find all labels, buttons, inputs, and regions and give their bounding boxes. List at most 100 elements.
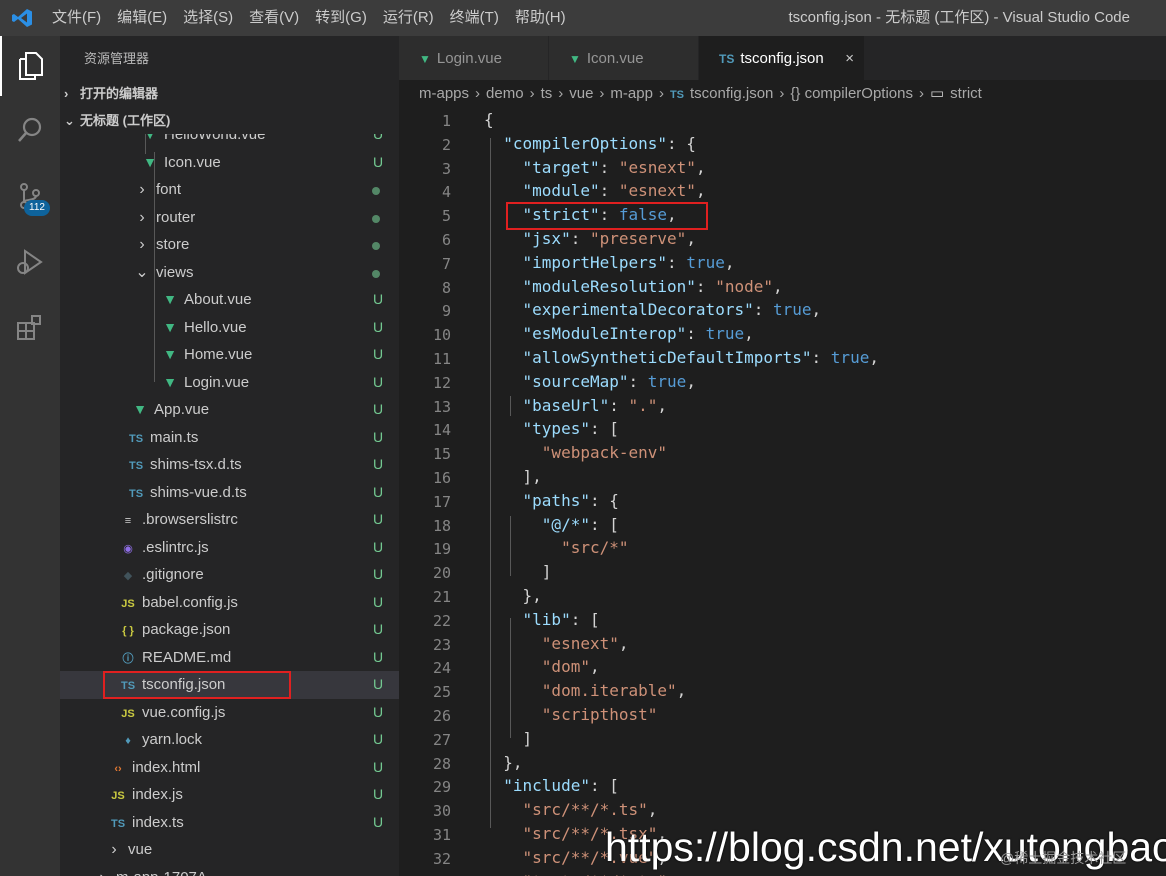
- file-item[interactable]: TS shims-vue.d.ts U: [60, 479, 399, 507]
- file-item[interactable]: › store: [60, 231, 399, 259]
- code-line[interactable]: "paths": {: [484, 491, 619, 510]
- breadcrumb-separator-icon: ›: [475, 85, 481, 102]
- code-line[interactable]: ]: [484, 562, 552, 581]
- code-line[interactable]: "types": [: [484, 419, 619, 438]
- tab-login-vue[interactable]: ▼ Login.vue: [399, 36, 549, 80]
- file-item[interactable]: ▼ Icon.vue U: [60, 149, 399, 177]
- menu-item[interactable]: 运行(R): [375, 0, 442, 36]
- workspace-section[interactable]: ⌄ 无标题 (工作区): [60, 107, 399, 134]
- file-item[interactable]: ◉ .eslintrc.js U: [60, 534, 399, 562]
- search-icon[interactable]: [0, 100, 60, 160]
- code-line[interactable]: "esnext",: [484, 634, 629, 653]
- file-item[interactable]: › vue: [60, 836, 399, 864]
- line-number: 19: [432, 540, 451, 559]
- code-line[interactable]: ],: [484, 467, 542, 486]
- code-line[interactable]: "module": "esnext",: [484, 181, 706, 200]
- code-line[interactable]: "@/*": [: [484, 515, 619, 534]
- code-line[interactable]: "tests/**/*.ts",: [484, 872, 677, 876]
- line-number: 7: [441, 254, 451, 273]
- run-debug-icon[interactable]: [0, 232, 60, 292]
- tab-icon-vue[interactable]: ▼ Icon.vue: [549, 36, 699, 80]
- line-number: 9: [441, 302, 451, 321]
- extensions-icon[interactable]: [0, 298, 60, 358]
- explorer-icon[interactable]: [0, 36, 60, 96]
- code-line[interactable]: "src/**/*.ts",: [484, 800, 658, 819]
- file-item[interactable]: ▼ Hello.vue U: [60, 314, 399, 342]
- file-item[interactable]: ▼ About.vue U: [60, 286, 399, 314]
- ts-icon: TS: [128, 432, 144, 445]
- file-item[interactable]: ▼ App.vue U: [60, 396, 399, 424]
- breadcrumb-item[interactable]: demo: [486, 85, 524, 102]
- line-number: 10: [432, 326, 451, 345]
- menu-item[interactable]: 编辑(E): [109, 0, 175, 36]
- activity-bar: 112: [0, 36, 60, 876]
- code-line[interactable]: "experimentalDecorators": true,: [484, 300, 822, 319]
- file-item[interactable]: { } package.json U: [60, 616, 399, 644]
- code-line[interactable]: "compilerOptions": {: [484, 134, 696, 153]
- breadcrumb-item[interactable]: ts: [541, 85, 553, 102]
- breadcrumb-item[interactable]: m-app: [610, 85, 653, 102]
- code-line[interactable]: "sourceMap": true,: [484, 372, 696, 391]
- file-name: Icon.vue: [164, 153, 221, 171]
- file-name: index.ts: [132, 813, 184, 831]
- code-line[interactable]: "lib": [: [484, 610, 600, 629]
- open-editors-section[interactable]: › 打开的编辑器: [60, 80, 399, 107]
- file-item[interactable]: ▼ HelloWorld.vue U: [60, 134, 399, 149]
- git-status: U: [372, 786, 384, 802]
- breadcrumb-item[interactable]: m-apps: [419, 85, 469, 102]
- code-line[interactable]: "webpack-env": [484, 443, 667, 462]
- code-line[interactable]: "include": [: [484, 776, 619, 795]
- menu-item[interactable]: 终端(T): [442, 0, 507, 36]
- code-line[interactable]: "dom.iterable",: [484, 681, 687, 700]
- tab-tsconfig-json[interactable]: TS tsconfig.json ×: [699, 36, 865, 80]
- code-line[interactable]: "baseUrl": ".",: [484, 396, 668, 415]
- code-line[interactable]: "dom",: [484, 657, 600, 676]
- file-item[interactable]: TS index.ts U: [60, 809, 399, 837]
- code-line[interactable]: },: [484, 586, 542, 605]
- line-number: 25: [432, 683, 451, 702]
- code-line[interactable]: ]: [484, 729, 533, 748]
- code-line[interactable]: "target": "esnext",: [484, 158, 706, 177]
- file-item[interactable]: ▼ Home.vue U: [60, 341, 399, 369]
- menu-item[interactable]: 帮助(H): [507, 0, 574, 36]
- git-status: U: [372, 153, 384, 170]
- file-item[interactable]: ♦ yarn.lock U: [60, 726, 399, 754]
- menu-item[interactable]: 查看(V): [241, 0, 307, 36]
- file-item[interactable]: ⌄ views: [60, 259, 399, 287]
- code-line[interactable]: "importHelpers": true,: [484, 253, 735, 272]
- code-line[interactable]: "moduleResolution": "node",: [484, 277, 783, 296]
- code-line[interactable]: "src/*": [484, 538, 628, 557]
- code-line[interactable]: "allowSyntheticDefaultImports": true,: [484, 348, 879, 367]
- file-item[interactable]: ◆ .gitignore U: [60, 561, 399, 589]
- menu-item[interactable]: 转到(G): [307, 0, 375, 36]
- menu-item[interactable]: 选择(S): [175, 0, 241, 36]
- breadcrumb-item[interactable]: vue: [569, 85, 593, 102]
- code-line[interactable]: "esModuleInterop": true,: [484, 324, 754, 343]
- file-item[interactable]: TS shims-tsx.d.ts U: [60, 451, 399, 479]
- chevron-down-icon: ⌄: [64, 113, 75, 128]
- file-item[interactable]: ‹› index.html U: [60, 754, 399, 782]
- file-item[interactable]: › font: [60, 176, 399, 204]
- file-item[interactable]: › router: [60, 204, 399, 232]
- file-item[interactable]: JS babel.config.js U: [60, 589, 399, 617]
- code-line[interactable]: "jsx": "preserve",: [484, 229, 696, 248]
- menu-bar: 文件(F) 编辑(E) 选择(S) 查看(V) 转到(G) 运行(R) 终端(T) 帮助(H): [44, 0, 574, 36]
- breadcrumb-item[interactable]: tsconfig.json: [690, 85, 773, 102]
- code-editor[interactable]: 1 {2 "compilerOptions": {3 "target": "esn…: [399, 108, 1166, 876]
- breadcrumb-item[interactable]: {} compilerOptions: [790, 85, 913, 102]
- file-item[interactable]: ▼ Login.vue U: [60, 369, 399, 397]
- menu-item[interactable]: 文件(F): [44, 0, 109, 36]
- file-item[interactable]: › m-app-1707A: [60, 864, 399, 876]
- js-icon: JS: [121, 707, 135, 720]
- file-item[interactable]: ≡ .browserslistrc U: [60, 506, 399, 534]
- source-control-icon[interactable]: 112: [0, 166, 60, 226]
- code-line[interactable]: {: [484, 110, 494, 129]
- file-item[interactable]: JS vue.config.js U: [60, 699, 399, 727]
- file-item[interactable]: TS main.ts U: [60, 424, 399, 452]
- close-icon[interactable]: ×: [845, 36, 854, 82]
- breadcrumb-item[interactable]: strict: [950, 85, 982, 102]
- line-number: 27: [432, 730, 451, 749]
- highlight-box: [506, 202, 708, 231]
- file-item[interactable]: ⓘ README.md U: [60, 644, 399, 672]
- file-item[interactable]: JS index.js U: [60, 781, 399, 809]
